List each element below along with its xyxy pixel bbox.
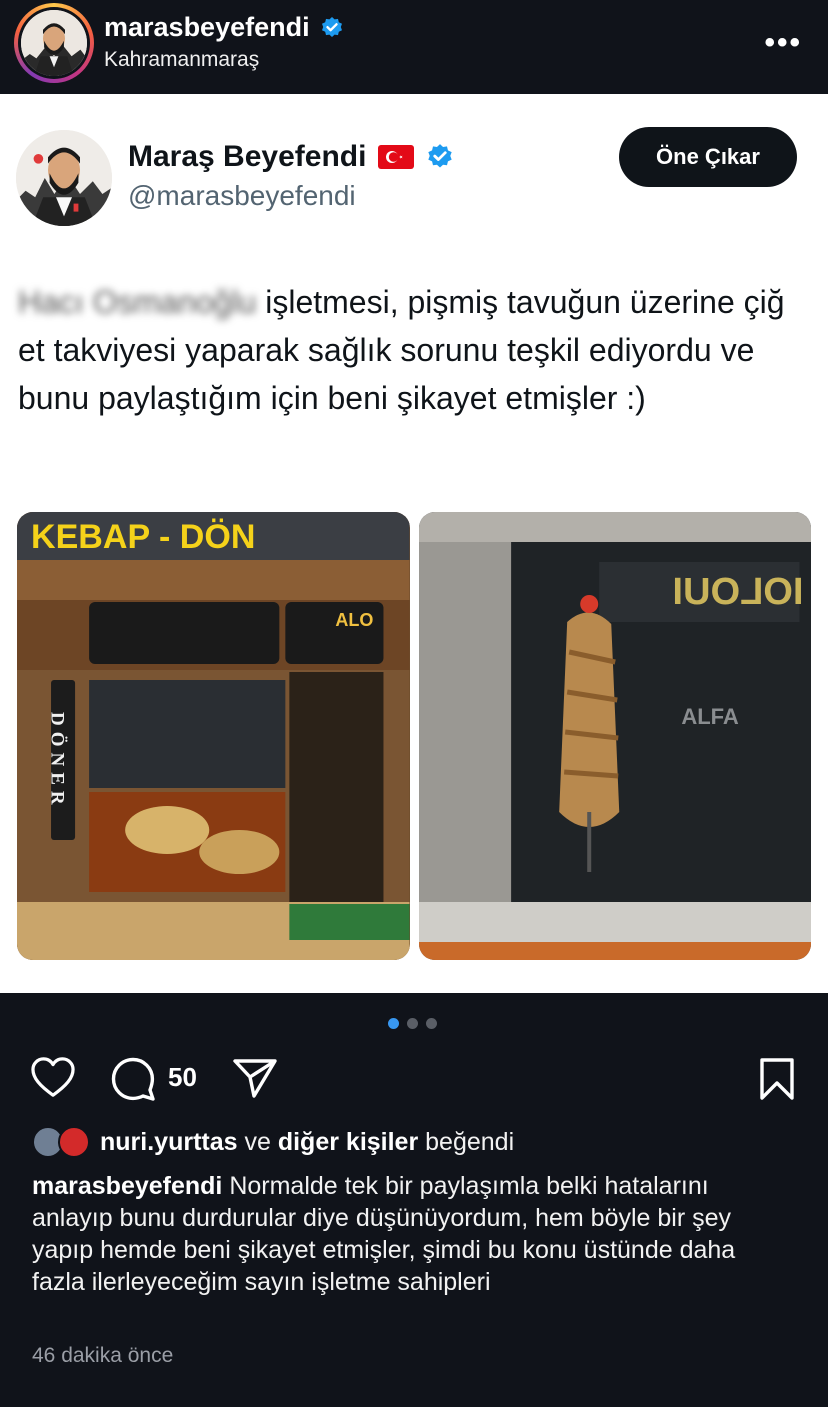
highlight-button: Öne Çıkar [619, 127, 797, 187]
share-send-icon[interactable] [232, 1057, 278, 1099]
liker-avatar-2 [58, 1126, 90, 1158]
doner-spit-illustration: IOLOUI ALFA [418, 512, 811, 960]
like-heart-icon[interactable] [30, 1056, 76, 1098]
comment-count[interactable]: 50 [168, 1062, 197, 1093]
header-username-text[interactable]: marasbeyefendi [104, 12, 310, 43]
svg-text:IOLOUI: IOLOUI [672, 571, 803, 613]
doner-vertical-sign: DÖNER [47, 712, 68, 811]
header-location[interactable]: Kahramanmaraş [104, 48, 259, 72]
tweet-display-name-text: Maraş Beyefendi [128, 140, 367, 173]
liker-username[interactable]: nuri.yurttas [100, 1128, 238, 1156]
alo-sign-text: ALO [335, 610, 373, 630]
tweet-photo-doner-spit: IOLOUI ALFA [418, 512, 811, 960]
tweet-photo-shopfront: KEBAP - DÖN ALO DÖNER [17, 512, 410, 960]
carousel-dot-1 [388, 1018, 399, 1029]
liker-avatars [32, 1126, 90, 1158]
caption-username[interactable]: marasbeyefendi [32, 1172, 222, 1200]
carousel-dot-2 [407, 1018, 418, 1029]
likes-suffix: beğendi [425, 1127, 515, 1156]
tweet-handle: @marasbeyefendi [128, 180, 356, 211]
shopfront-illustration: KEBAP - DÖN ALO DÖNER [17, 512, 410, 960]
story-avatar[interactable] [14, 3, 94, 83]
blurred-business-name: Hacı Osmanoğlu [18, 284, 257, 320]
post-media-card[interactable]: Maraş Beyefendi @marasbeyefendi Öne Çıka… [0, 94, 828, 993]
likes-summary[interactable]: nuri.yurttas ve diğer kişiler beğendi [32, 1126, 514, 1158]
tweet-display-name: Maraş Beyefendi [128, 140, 454, 174]
bookmark-save-icon[interactable] [758, 1057, 796, 1101]
post-timestamp: 46 dakika önce [32, 1344, 174, 1367]
tweet-avatar [16, 130, 112, 226]
avatar-illustration [21, 10, 87, 76]
more-options-icon[interactable]: ••• [764, 26, 802, 60]
verified-badge-icon [321, 16, 342, 37]
likes-others-link[interactable]: diğer kişiler [278, 1128, 418, 1156]
header-username[interactable]: marasbeyefendi [104, 12, 344, 43]
tweet-avatar-illustration [16, 130, 112, 226]
post-caption: marasbeyefendi Normalde tek bir paylaşım… [32, 1170, 792, 1298]
carousel-dot-3 [426, 1018, 437, 1029]
comment-icon[interactable] [110, 1056, 156, 1102]
tweet-media-grid: KEBAP - DÖN ALO DÖNER IOLOUI ALFA [17, 512, 811, 960]
turkish-flag-icon [378, 145, 415, 169]
post-header: marasbeyefendi Kahramanmaraş ••• [0, 0, 828, 94]
action-bar: 50 [30, 1053, 800, 1105]
carousel-indicator [388, 1018, 437, 1029]
shop-sign-text: KEBAP - DÖN [31, 518, 255, 556]
alfa-label: ALFA [681, 704, 739, 729]
likes-connector: ve [244, 1127, 271, 1156]
tweet-text: Hacı Osmanoğlu işletmesi, pişmiş tavuğun… [18, 278, 808, 422]
verified-badge-icon [428, 144, 453, 168]
